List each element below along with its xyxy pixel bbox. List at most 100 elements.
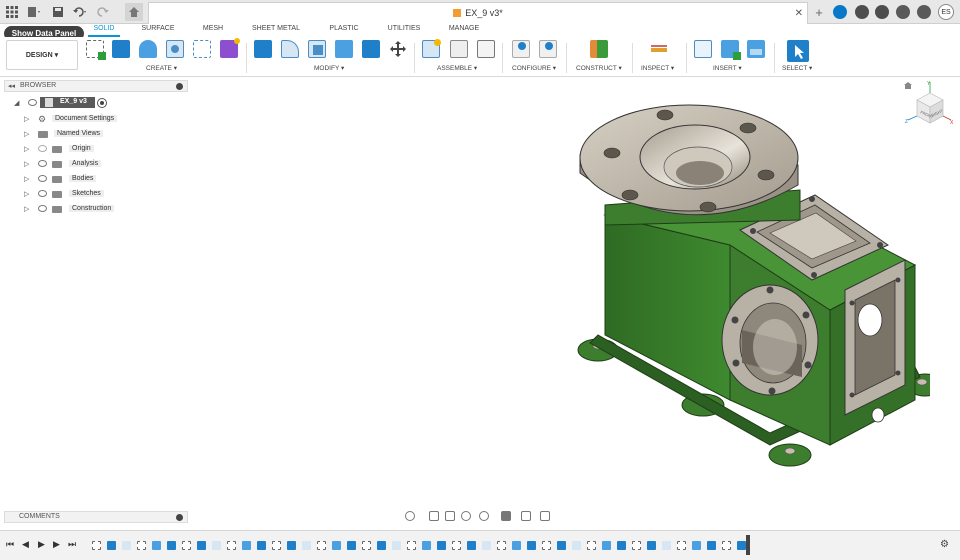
timeline-sketch-icon[interactable] <box>227 541 236 550</box>
timeline-feature-icon[interactable] <box>377 541 386 550</box>
timeline-sketch-icon[interactable] <box>407 541 416 550</box>
joint-icon[interactable] <box>450 40 468 58</box>
revolve-icon[interactable] <box>139 40 157 58</box>
press-pull-icon[interactable] <box>254 40 272 58</box>
fillet-icon[interactable] <box>281 40 299 58</box>
model-viewport[interactable] <box>570 95 944 480</box>
browser-pin-icon[interactable] <box>176 83 183 90</box>
timeline-feature-icon[interactable] <box>602 541 611 550</box>
select-group-label[interactable]: SELECT ▾ <box>782 64 812 72</box>
timeline-sketch-icon[interactable] <box>317 541 326 550</box>
browser-item-construction[interactable]: ▷ Construction <box>24 204 204 215</box>
timeline-sketch-icon[interactable] <box>362 541 371 550</box>
insert-derive-icon[interactable] <box>694 40 712 58</box>
tab-solid[interactable]: SOLID <box>88 25 120 37</box>
create-sketch-icon[interactable] <box>86 40 106 60</box>
browser-item-analysis[interactable]: ▷ Analysis <box>24 159 204 170</box>
timeline-sketch-icon[interactable] <box>497 541 506 550</box>
step-forward-icon[interactable]: ▶ <box>53 539 60 550</box>
browser-header[interactable]: ◂◂ BROWSER <box>4 80 188 92</box>
collapse-arrow-icon[interactable]: ◢ <box>14 99 19 107</box>
create-group-label[interactable]: CREATE ▾ <box>146 64 177 72</box>
pan-icon[interactable] <box>445 511 455 521</box>
expand-arrow-icon[interactable]: ▷ <box>24 145 29 153</box>
timeline-feature-icon[interactable] <box>152 541 161 550</box>
play-icon[interactable]: ▶ <box>38 539 45 550</box>
expand-arrow-icon[interactable]: ▷ <box>24 205 29 213</box>
timeline-sketch-icon[interactable] <box>92 541 101 550</box>
timeline-feature-icon[interactable] <box>662 541 671 550</box>
timeline-feature-icon[interactable] <box>107 541 116 550</box>
timeline-feature-icon[interactable] <box>302 541 311 550</box>
tab-utilities[interactable]: UTILITIES <box>384 25 424 37</box>
visibility-eye-icon[interactable] <box>38 175 47 182</box>
app-grid-icon[interactable] <box>4 4 20 20</box>
tab-sheet-metal[interactable]: SHEET METAL <box>248 25 304 37</box>
configure-rule-icon[interactable] <box>539 40 557 58</box>
timeline-sketch-icon[interactable] <box>182 541 191 550</box>
redo-icon[interactable] <box>96 4 112 20</box>
timeline-sketch-icon[interactable] <box>542 541 551 550</box>
timeline-feature-icon[interactable] <box>332 541 341 550</box>
timeline-feature-icon[interactable] <box>287 541 296 550</box>
save-icon[interactable] <box>50 4 66 20</box>
browser-item-sketches[interactable]: ▷ Sketches <box>24 189 204 200</box>
timeline-feature-icon[interactable] <box>422 541 431 550</box>
display-settings-icon[interactable] <box>501 511 511 521</box>
undo-icon[interactable] <box>72 4 88 20</box>
tab-surface[interactable]: SURFACE <box>138 25 178 37</box>
notifications-icon[interactable] <box>896 5 910 19</box>
configure-table-icon[interactable] <box>512 40 530 58</box>
zoom-icon[interactable] <box>461 511 471 521</box>
timeline-sketch-icon[interactable] <box>452 541 461 550</box>
expand-arrow-icon[interactable]: ▷ <box>24 160 29 168</box>
timeline-feature-icon[interactable] <box>392 541 401 550</box>
timeline-feature-icon[interactable] <box>467 541 476 550</box>
clock-icon[interactable] <box>875 5 889 19</box>
extrude-icon[interactable] <box>112 40 130 58</box>
timeline-feature-icon[interactable] <box>257 541 266 550</box>
insert-group-label[interactable]: INSERT ▾ <box>713 64 742 72</box>
go-to-start-icon[interactable]: ⏮ <box>6 539 14 550</box>
timeline-feature-icon[interactable] <box>512 541 521 550</box>
file-menu-icon[interactable] <box>26 4 42 20</box>
create-form-icon[interactable] <box>220 38 240 58</box>
visibility-hidden-icon[interactable] <box>38 145 47 152</box>
move-icon[interactable] <box>389 40 407 58</box>
timeline-feature-icon[interactable] <box>617 541 626 550</box>
timeline-feature-icon[interactable] <box>707 541 716 550</box>
viewports-icon[interactable] <box>540 511 550 521</box>
timeline-feature-icon[interactable] <box>242 541 251 550</box>
comments-panel-header[interactable]: COMMENTS <box>4 511 188 523</box>
job-status-icon[interactable] <box>855 5 869 19</box>
select-icon[interactable] <box>787 40 809 62</box>
timeline-feature-icon[interactable] <box>557 541 566 550</box>
look-at-icon[interactable] <box>429 511 439 521</box>
browser-item-named-views[interactable]: ▷ Named Views <box>24 129 204 140</box>
timeline-feature-icon[interactable] <box>212 541 221 550</box>
timeline-sketch-icon[interactable] <box>272 541 281 550</box>
timeline-feature-icon[interactable] <box>572 541 581 550</box>
workspace-dropdown[interactable]: DESIGN ▾ <box>6 40 78 70</box>
help-icon[interactable] <box>917 5 931 19</box>
timeline-feature-icon[interactable] <box>737 541 746 550</box>
step-back-icon[interactable]: ◀ <box>22 539 29 550</box>
orbit-icon[interactable] <box>405 511 415 521</box>
modify-group-label[interactable]: MODIFY ▾ <box>314 64 344 72</box>
timeline-feature-icon[interactable] <box>692 541 701 550</box>
tab-plastic[interactable]: PLASTIC <box>324 25 364 37</box>
shell-icon[interactable] <box>335 40 353 58</box>
go-to-end-icon[interactable]: ⏭ <box>68 539 76 550</box>
timeline-feature-icon[interactable] <box>197 541 206 550</box>
pattern-icon[interactable] <box>193 40 211 58</box>
document-tab[interactable]: EX_9 v3* ✕ <box>148 2 808 24</box>
hole-icon[interactable] <box>166 40 184 58</box>
tab-mesh[interactable]: MESH <box>198 25 228 37</box>
zoom-window-icon[interactable] <box>479 511 489 521</box>
timeline-sketch-icon[interactable] <box>632 541 641 550</box>
activate-radio-icon[interactable] <box>97 98 107 108</box>
inspect-group-label[interactable]: INSPECT ▾ <box>641 64 674 72</box>
expand-arrow-icon[interactable]: ▷ <box>24 175 29 183</box>
timeline-feature-icon[interactable] <box>437 541 446 550</box>
new-tab-icon[interactable]: + <box>812 4 826 20</box>
